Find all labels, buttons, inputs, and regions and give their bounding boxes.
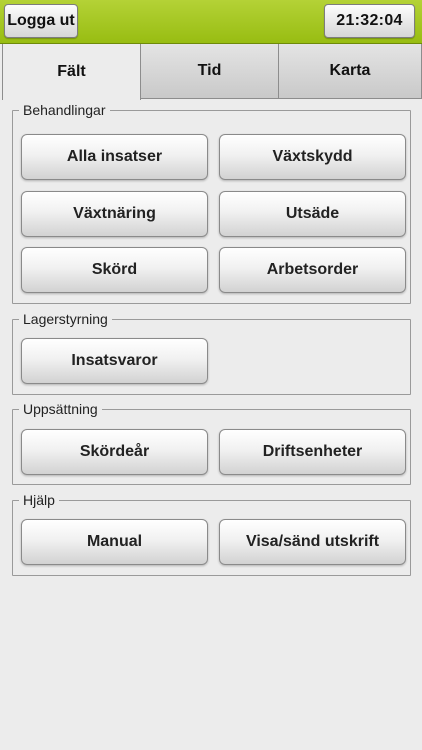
logout-button[interactable]: Logga ut (4, 4, 78, 38)
tab-falt[interactable]: Fält (2, 44, 141, 100)
insatsvaror-button[interactable]: Insatsvaror (21, 338, 208, 384)
group-title-behandlingar: Behandlingar (19, 102, 110, 118)
skordear-button[interactable]: Skördeår (21, 429, 208, 475)
clock-display: 21:32:04 (324, 4, 415, 38)
arbetsorder-button[interactable]: Arbetsorder (219, 247, 406, 293)
group-hjalp: Hjälp Manual Visa/sänd utskrift (12, 492, 411, 576)
group-uppsattning: Uppsättning Skördeår Driftsenheter (12, 401, 411, 485)
group-title-uppsattning: Uppsättning (19, 401, 102, 417)
group-behandlingar: Behandlingar Alla insatser Växtskydd Väx… (12, 102, 411, 304)
group-title-lagerstyrning: Lagerstyrning (19, 311, 112, 327)
skord-button[interactable]: Skörd (21, 247, 208, 293)
tab-karta[interactable]: Karta (278, 44, 422, 99)
group-lagerstyrning: Lagerstyrning Insatsvaror (12, 311, 411, 395)
top-bar: Logga ut 21:32:04 (0, 0, 422, 44)
vaxtskydd-button[interactable]: Växtskydd (219, 134, 406, 180)
driftsenheter-button[interactable]: Driftsenheter (219, 429, 406, 475)
vaxtnaring-button[interactable]: Växtnäring (21, 191, 208, 237)
tab-tid[interactable]: Tid (140, 44, 279, 99)
group-title-hjalp: Hjälp (19, 492, 59, 508)
visa-sand-utskrift-button[interactable]: Visa/sänd utskrift (219, 519, 406, 565)
tab-bar: Fält Tid Karta (0, 44, 422, 100)
manual-button[interactable]: Manual (21, 519, 208, 565)
alla-insatser-button[interactable]: Alla insatser (21, 134, 208, 180)
utsade-button[interactable]: Utsäde (219, 191, 406, 237)
